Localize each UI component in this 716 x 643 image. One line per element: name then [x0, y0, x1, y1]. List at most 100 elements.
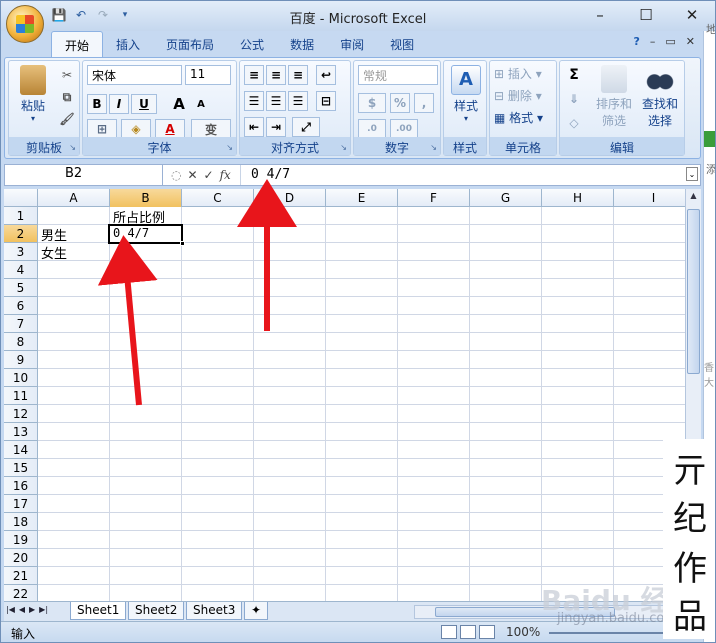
- column-header-c[interactable]: C: [182, 189, 254, 207]
- shrink-font-button[interactable]: A: [191, 94, 211, 114]
- fill-color-button[interactable]: ◈: [121, 119, 151, 139]
- bold-button[interactable]: B: [87, 94, 107, 114]
- sheet-tab-2[interactable]: Sheet2: [128, 602, 185, 620]
- align-center-icon[interactable]: ☰: [266, 91, 286, 111]
- font-name-select[interactable]: 宋体: [87, 65, 182, 85]
- increase-indent-icon[interactable]: ⇥: [266, 117, 286, 137]
- sheet-tab-1[interactable]: Sheet1: [70, 602, 127, 620]
- prev-sheet-icon[interactable]: ◀: [19, 605, 25, 614]
- row-header-12[interactable]: 12: [4, 405, 38, 423]
- formula-options-icon[interactable]: ◌: [171, 168, 181, 182]
- row-header-7[interactable]: 7: [4, 315, 38, 333]
- row-header-17[interactable]: 17: [4, 495, 38, 513]
- fill-icon[interactable]: ⇓: [564, 89, 584, 109]
- column-header-d[interactable]: D: [254, 189, 326, 207]
- styles-button[interactable]: A 样式 ▾: [446, 65, 486, 123]
- row-header-15[interactable]: 15: [4, 459, 38, 477]
- number-expand-icon[interactable]: ↘: [430, 143, 437, 152]
- grow-font-button[interactable]: A: [169, 94, 189, 114]
- align-right-icon[interactable]: ☰: [288, 91, 308, 111]
- sheet-tab-3[interactable]: Sheet3: [186, 602, 243, 620]
- copy-icon[interactable]: ⧉: [57, 87, 77, 107]
- formula-expand-icon[interactable]: ⌄: [686, 167, 698, 181]
- zoom-slider[interactable]: [549, 632, 669, 634]
- row-header-2[interactable]: 2: [4, 225, 38, 243]
- row-header-13[interactable]: 13: [4, 423, 38, 441]
- column-header-a[interactable]: A: [38, 189, 110, 207]
- borders-button[interactable]: ⊞: [87, 119, 117, 139]
- fill-handle[interactable]: [180, 241, 185, 246]
- merge-center-icon[interactable]: ⊟: [316, 91, 336, 111]
- paste-button[interactable]: 粘贴 ▾: [15, 65, 51, 123]
- row-header-21[interactable]: 21: [4, 567, 38, 585]
- row-header-5[interactable]: 5: [4, 279, 38, 297]
- format-cells-button[interactable]: ▦ 格式 ▾: [494, 109, 556, 126]
- increase-decimal-icon[interactable]: .0: [358, 119, 386, 139]
- autosum-button[interactable]: Σ: [564, 65, 584, 85]
- row-header-4[interactable]: 4: [4, 261, 38, 279]
- tab-page-layout[interactable]: 页面布局: [153, 31, 227, 57]
- ribbon-restore-icon[interactable]: ▭: [665, 35, 675, 48]
- clipboard-expand-icon[interactable]: ↘: [69, 143, 76, 152]
- row-header-6[interactable]: 6: [4, 297, 38, 315]
- format-painter-icon[interactable]: 🖌: [57, 109, 77, 129]
- percent-button[interactable]: %: [390, 93, 410, 113]
- tab-formulas[interactable]: 公式: [227, 31, 277, 57]
- tab-review[interactable]: 审阅: [327, 31, 377, 57]
- column-header-g[interactable]: G: [470, 189, 542, 207]
- help-icon[interactable]: ?: [633, 35, 639, 48]
- comma-button[interactable]: ,: [414, 93, 434, 113]
- page-layout-view-icon[interactable]: [460, 625, 476, 639]
- insert-cells-button[interactable]: ⊞ 插入 ▾: [494, 65, 556, 82]
- confirm-entry-icon[interactable]: ✓: [204, 168, 214, 182]
- delete-cells-button[interactable]: ⊟ 删除 ▾: [494, 87, 556, 104]
- page-break-view-icon[interactable]: [479, 625, 495, 639]
- font-color-button[interactable]: A: [155, 119, 185, 139]
- accounting-format-icon[interactable]: $: [358, 93, 386, 113]
- tab-view[interactable]: 视图: [377, 31, 427, 57]
- column-header-b[interactable]: B: [110, 189, 182, 207]
- ribbon-minimize-icon[interactable]: –: [650, 35, 656, 48]
- find-select-button[interactable]: 查找和 选择: [638, 65, 682, 129]
- align-top-icon[interactable]: ≡: [244, 65, 264, 85]
- insert-function-icon[interactable]: fx: [220, 168, 231, 182]
- row-header-14[interactable]: 14: [4, 441, 38, 459]
- row-header-18[interactable]: 18: [4, 513, 38, 531]
- row-header-22[interactable]: 22: [4, 585, 38, 601]
- formula-input[interactable]: 0 4/7: [251, 167, 290, 182]
- font-expand-icon[interactable]: ↘: [226, 143, 233, 152]
- row-header-20[interactable]: 20: [4, 549, 38, 567]
- row-header-19[interactable]: 19: [4, 531, 38, 549]
- cut-icon[interactable]: ✂: [57, 65, 77, 85]
- zoom-level[interactable]: 100%: [506, 625, 540, 639]
- sort-filter-button[interactable]: 排序和 筛选: [592, 65, 636, 129]
- wrap-text-icon[interactable]: ↩: [316, 65, 336, 85]
- clear-icon[interactable]: ◇: [564, 113, 584, 133]
- font-size-select[interactable]: 11: [185, 65, 231, 85]
- row-header-1[interactable]: 1: [4, 207, 38, 225]
- alignment-expand-icon[interactable]: ↘: [340, 143, 347, 152]
- worksheet-grid[interactable]: ABCDEFGHI 1 2 3 4 5 6 7 8 9 10 11 12 13 14 15 16 17 18 19 2…: [4, 189, 685, 601]
- row-header-10[interactable]: 10: [4, 369, 38, 387]
- office-button[interactable]: [6, 5, 44, 43]
- maximize-button[interactable]: ☐: [623, 1, 669, 29]
- phonetic-button[interactable]: 变: [191, 119, 231, 139]
- orientation-icon[interactable]: ⤢: [292, 117, 320, 137]
- next-sheet-icon[interactable]: ▶: [29, 605, 35, 614]
- cell-a2[interactable]: 男生: [38, 225, 67, 244]
- normal-view-icon[interactable]: [441, 625, 457, 639]
- vertical-scroll-thumb[interactable]: [687, 209, 700, 374]
- number-format-select[interactable]: 常规: [358, 65, 438, 85]
- ribbon-close-icon[interactable]: ✕: [686, 35, 695, 48]
- decrease-indent-icon[interactable]: ⇤: [244, 117, 264, 137]
- first-sheet-icon[interactable]: |◀: [6, 605, 15, 614]
- tab-data[interactable]: 数据: [277, 31, 327, 57]
- align-bottom-icon[interactable]: ≡: [288, 65, 308, 85]
- scroll-up-icon[interactable]: ▲: [687, 191, 700, 205]
- minimize-button[interactable]: –: [577, 1, 623, 29]
- decrease-decimal-icon[interactable]: .00: [390, 119, 418, 139]
- cell-a3[interactable]: 女生: [38, 243, 67, 262]
- select-all-corner[interactable]: [4, 189, 38, 207]
- column-header-f[interactable]: F: [398, 189, 470, 207]
- align-left-icon[interactable]: ☰: [244, 91, 264, 111]
